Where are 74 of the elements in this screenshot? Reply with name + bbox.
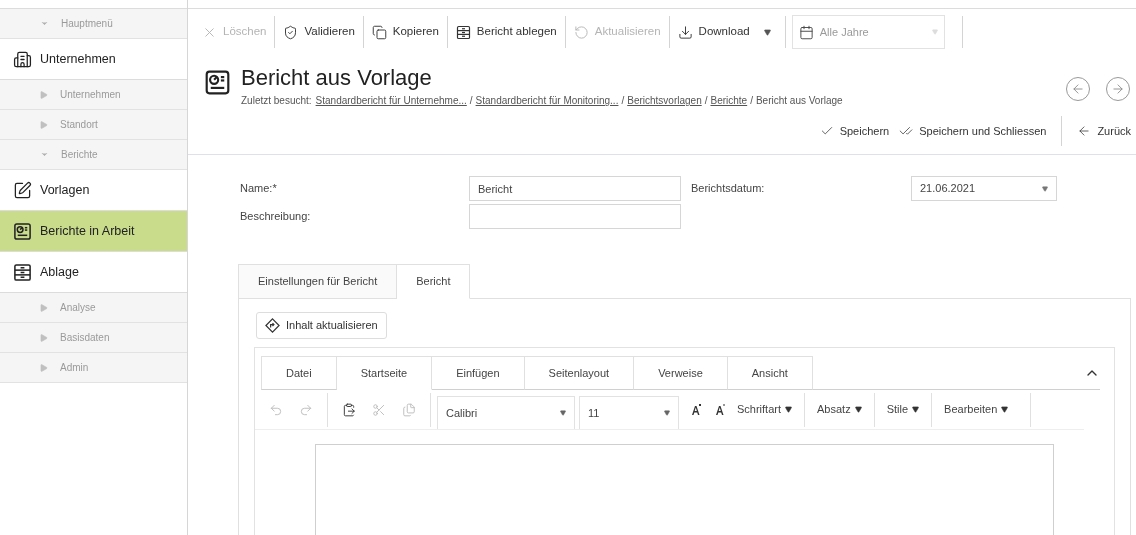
arrow-left-icon bbox=[1077, 124, 1092, 138]
refresh-icon bbox=[573, 24, 589, 40]
caret-down-icon bbox=[560, 410, 566, 416]
caret-down-icon bbox=[763, 28, 771, 36]
cabinet-icon bbox=[455, 24, 471, 40]
action-button[interactable]: Speichern und Schliessen bbox=[894, 119, 1052, 143]
sidebar-module-item[interactable]: Berichte in Arbeit bbox=[0, 211, 187, 252]
ribbon-tab[interactable]: Datei bbox=[261, 356, 337, 390]
ribbon-menu-button[interactable]: Bearbeiten bbox=[932, 392, 1032, 427]
caret-down-icon bbox=[40, 19, 49, 28]
font-select[interactable]: Calibri bbox=[437, 396, 575, 429]
caret-down-icon bbox=[785, 406, 792, 413]
caret-right-icon bbox=[40, 90, 48, 99]
breadcrumb-separator: / bbox=[621, 94, 625, 108]
breadcrumb-label: Zuletzt besucht: bbox=[241, 94, 312, 108]
caret-down-icon bbox=[931, 29, 938, 35]
shrink-font-icon[interactable] bbox=[715, 404, 725, 415]
action-button[interactable]: Speichern bbox=[814, 119, 895, 143]
download-menu-button[interactable]: Download bbox=[669, 16, 779, 48]
toolbar-button[interactable]: Kopieren bbox=[363, 16, 447, 48]
diamond-refresh-icon bbox=[265, 318, 280, 333]
tab[interactable]: Einstellungen für Bericht bbox=[238, 264, 398, 299]
breadcrumb-link[interactable]: Berichtsvorlagen bbox=[627, 93, 702, 108]
action-button[interactable]: Zurück bbox=[1072, 119, 1136, 143]
page-title: Bericht aus Vorlage bbox=[241, 65, 433, 91]
caret-right-icon bbox=[40, 333, 48, 342]
ribbon-menu-button[interactable]: Absatz bbox=[805, 392, 874, 427]
download-icon bbox=[677, 24, 693, 40]
ribbon-tab[interactable]: Ansicht bbox=[727, 356, 813, 390]
clipboard-icon[interactable] bbox=[342, 402, 356, 417]
input-field[interactable] bbox=[469, 204, 681, 229]
building-icon bbox=[13, 49, 32, 69]
ribbon-tab[interactable]: Startseite bbox=[336, 356, 433, 390]
breadcrumb-link[interactable]: Standardbericht für Unternehme... bbox=[315, 93, 467, 108]
breadcrumb-separator: / bbox=[469, 94, 473, 108]
caret-down-icon bbox=[40, 150, 49, 159]
caret-down-icon bbox=[854, 406, 862, 413]
caret-right-icon bbox=[40, 363, 48, 372]
ribbon-tab[interactable]: Seitenlayout bbox=[524, 356, 635, 390]
calendar-icon bbox=[798, 24, 814, 40]
field-label: Beschreibung: bbox=[240, 209, 312, 225]
date-select[interactable]: 21.06.2021 bbox=[911, 176, 1057, 201]
grow-font-icon[interactable] bbox=[691, 404, 701, 415]
double-check-icon bbox=[899, 124, 914, 138]
input-field[interactable]: Bericht bbox=[469, 176, 681, 201]
size-select[interactable]: 11 bbox=[579, 396, 679, 429]
copy-icon bbox=[371, 24, 387, 40]
breadcrumb-current: Bericht aus Vorlage bbox=[755, 94, 843, 108]
breadcrumb-separator: / bbox=[750, 94, 753, 108]
caret-right-icon bbox=[40, 303, 48, 312]
cabinet-icon bbox=[13, 262, 32, 282]
breadcrumb-link[interactable]: Berichte bbox=[710, 93, 748, 108]
breadcrumb-link[interactable]: Standardbericht für Monitoring... bbox=[475, 93, 619, 108]
caret-down-icon bbox=[1001, 406, 1009, 413]
refresh-content-button[interactable]: Inhalt aktualisieren bbox=[256, 312, 387, 339]
caret-down-icon bbox=[664, 410, 670, 416]
ribbon-tab[interactable]: Einfügen bbox=[432, 356, 525, 390]
ribbon-tab[interactable]: Verweise bbox=[634, 356, 728, 390]
toolbar-button[interactable]: Bericht ablegen bbox=[447, 16, 565, 48]
caret-down-icon bbox=[1042, 185, 1048, 192]
caret-down-icon bbox=[912, 406, 920, 413]
caret-right-icon bbox=[40, 120, 48, 129]
report-icon bbox=[204, 69, 231, 96]
ribbon-menu-button[interactable]: Schriftart bbox=[725, 392, 804, 427]
breadcrumb-separator: / bbox=[704, 94, 708, 108]
toolbar-button[interactable]: Validieren bbox=[275, 16, 363, 48]
field-label: Name:* bbox=[240, 181, 278, 197]
report-icon bbox=[13, 221, 32, 241]
template-icon bbox=[13, 180, 32, 200]
shield-check-icon bbox=[283, 24, 299, 40]
field-label: Berichtsdatum: bbox=[690, 181, 766, 197]
tab[interactable]: Bericht bbox=[397, 264, 471, 299]
ribbon-menu-button[interactable]: Stile bbox=[874, 392, 932, 427]
check-icon bbox=[819, 124, 834, 138]
